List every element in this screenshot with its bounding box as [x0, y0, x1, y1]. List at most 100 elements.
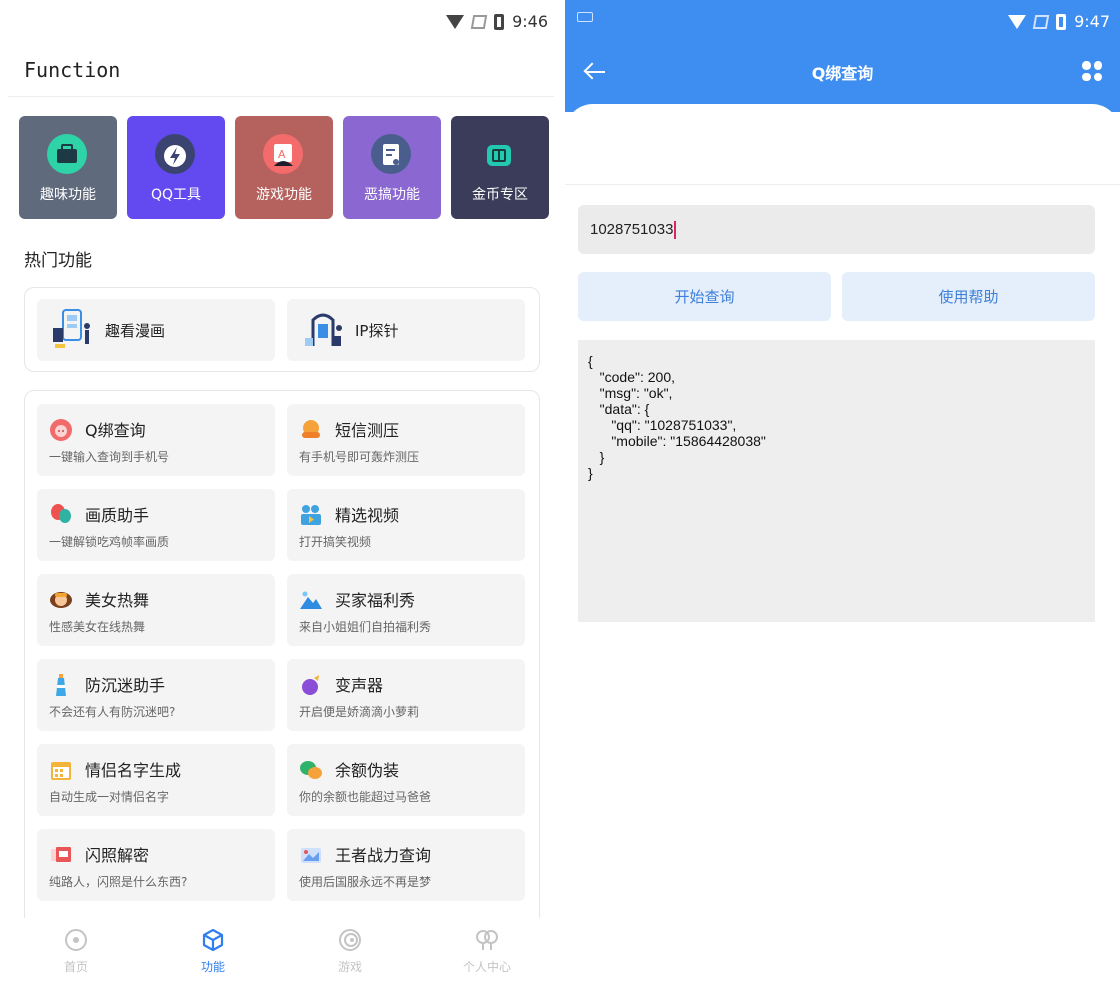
feature-desc: 一键解锁吃鸡帧率画质 [49, 535, 170, 549]
category-label: 恶搞功能 [364, 187, 420, 203]
notepad-icon [371, 134, 411, 174]
mountain-image-icon [299, 588, 323, 612]
feature-buyer-show[interactable]: 买家福利秀 来自小姐姐们自拍福利秀 [287, 574, 525, 646]
feature-anti-addiction[interactable]: 防沉迷助手 不会还有人有防沉迷吧? [37, 659, 275, 731]
category-label: 趣味功能 [40, 187, 96, 203]
spiral-icon [338, 928, 362, 952]
lightning-icon [155, 134, 195, 174]
feature-name: 王者战力查询 [335, 846, 432, 865]
no-signal-icon [470, 14, 488, 29]
nav-label: 游戏 [337, 960, 362, 974]
feature-desc: 开启便是娇滴滴小萝莉 [299, 705, 420, 719]
calendar-icon [49, 758, 73, 782]
qq-number-input[interactable]: 1028751033 [578, 205, 1095, 254]
category-row: 趣味功能 QQ工具 A 游戏功能 恶搞功能 金币专区 [19, 116, 549, 219]
feature-desc: 打开搞笑视频 [299, 535, 372, 549]
nav-game[interactable]: 游戏 [300, 928, 400, 975]
feature-flash-photo-decrypt[interactable]: 闪照解密 纯路人，闪照是什么东西? [37, 829, 275, 901]
nav-home[interactable]: 首页 [26, 928, 126, 975]
feature-desc: 不会还有人有防沉迷吧? [49, 705, 176, 719]
lighthouse-icon [49, 673, 73, 697]
feature-power-query[interactable]: 王者战力查询 使用后国服永远不再是梦 [287, 829, 525, 901]
game-card-icon [299, 843, 323, 867]
category-coins[interactable]: 金币专区 [451, 116, 549, 219]
feature-name: 闪照解密 [85, 846, 150, 865]
feature-balance-fake[interactable]: 余额伪装 你的余额也能超过马爸爸 [287, 744, 525, 816]
nav-function[interactable]: 功能 [163, 928, 263, 975]
no-signal-icon [1032, 14, 1050, 29]
feature-name: 画质助手 [85, 506, 150, 525]
feature-desc: 来自小姐姐们自拍福利秀 [299, 620, 432, 634]
feature-couple-names[interactable]: 情侣名字生成 自动生成一对情侣名字 [37, 744, 275, 816]
function-screen: 9:46 Function 趣味功能 QQ工具 A 游戏功能 恶搞功能 金币专区… [0, 0, 562, 992]
query-result-text: { "code": 200, "msg": "ok", "data": { "q… [578, 340, 1095, 622]
battery-icon [494, 13, 505, 30]
video-people-icon [299, 503, 323, 527]
feature-voice-changer[interactable]: 变声器 开启便是娇滴滴小萝莉 [287, 659, 525, 731]
feature-desc: 性感美女在线热舞 [49, 620, 146, 634]
feature-name: 短信测压 [335, 421, 400, 440]
feature-q-bind-query[interactable]: Q绑查询 一键输入查询到手机号 [37, 404, 275, 476]
category-prank[interactable]: 恶搞功能 [343, 116, 441, 219]
status-bar: 9:46 [0, 0, 562, 46]
q-bind-query-screen: 9:47 Q绑查询 1028751033 开始查询 使用帮助 { "code":… [565, 0, 1120, 992]
hot-section-title: 热门功能 [24, 251, 92, 271]
pig-icon [49, 418, 73, 442]
title-divider [8, 96, 554, 97]
nav-label: 个人中心 [462, 960, 511, 974]
hot-item-label: IP探针 [355, 321, 399, 340]
nav-label: 功能 [200, 960, 225, 974]
sofa-icon [299, 418, 323, 442]
balloon-icon [49, 503, 73, 527]
home-circle-icon [64, 928, 88, 952]
feature-name: 美女热舞 [85, 591, 150, 610]
feature-name: 变声器 [335, 676, 384, 695]
feature-desc: 一键输入查询到手机号 [49, 450, 170, 464]
feature-name: 情侣名字生成 [85, 761, 182, 780]
feature-name: Q绑查询 [85, 421, 146, 440]
hot-items-card: 趣看漫画 IP探针 [24, 287, 540, 372]
app-header: 9:47 Q绑查询 [565, 0, 1120, 112]
hot-item-comics[interactable]: 趣看漫画 [37, 299, 275, 361]
start-query-button[interactable]: 开始查询 [578, 272, 831, 321]
briefcase-icon [47, 134, 87, 174]
nav-label: 首页 [63, 960, 88, 974]
page-title: Function [24, 58, 121, 82]
help-button[interactable]: 使用帮助 [842, 272, 1095, 321]
svg-text:A: A [278, 148, 286, 161]
cube-icon [201, 928, 225, 952]
feature-selected-videos[interactable]: 精选视频 打开搞笑视频 [287, 489, 525, 561]
grid-menu-icon[interactable] [1082, 61, 1102, 81]
game-board-icon: A [263, 134, 303, 174]
feature-list-card: Q绑查询 一键输入查询到手机号 短信测压 有手机号即可轰炸测压 画质助手 一键解… [24, 390, 540, 930]
nav-profile[interactable]: 个人中心 [437, 928, 537, 975]
feature-dance[interactable]: 美女热舞 性感美女在线热舞 [37, 574, 275, 646]
category-game[interactable]: A 游戏功能 [235, 116, 333, 219]
ip-probe-illustration-icon [299, 306, 347, 354]
divider [565, 184, 1120, 185]
battery-icon [1056, 13, 1067, 30]
keyboard-icon [577, 12, 593, 22]
status-time: 9:46 [512, 12, 548, 31]
wifi-icon [1008, 14, 1027, 29]
feature-quality-helper[interactable]: 画质助手 一键解锁吃鸡帧率画质 [37, 489, 275, 561]
category-label: 游戏功能 [256, 187, 312, 203]
book-icon [479, 134, 519, 174]
category-label: 金币专区 [472, 187, 528, 203]
hot-item-label: 趣看漫画 [105, 321, 166, 340]
comic-illustration-icon [49, 306, 97, 354]
hot-item-ip-probe[interactable]: IP探针 [287, 299, 525, 361]
content-sheet [565, 104, 1120, 186]
feature-desc: 你的余额也能超过马爸爸 [299, 790, 432, 804]
category-qq-tools[interactable]: QQ工具 [127, 116, 225, 219]
feature-desc: 使用后国服永远不再是梦 [299, 875, 432, 889]
feature-name: 精选视频 [335, 506, 400, 525]
chat-bubbles-icon [299, 758, 323, 782]
feature-name: 防沉迷助手 [85, 676, 166, 695]
feature-desc: 纯路人，闪照是什么东西? [49, 875, 188, 889]
status-time: 9:47 [1074, 12, 1110, 31]
category-label: QQ工具 [150, 187, 202, 203]
feature-name: 买家福利秀 [335, 591, 416, 610]
feature-sms-test[interactable]: 短信测压 有手机号即可轰炸测压 [287, 404, 525, 476]
category-fun[interactable]: 趣味功能 [19, 116, 117, 219]
